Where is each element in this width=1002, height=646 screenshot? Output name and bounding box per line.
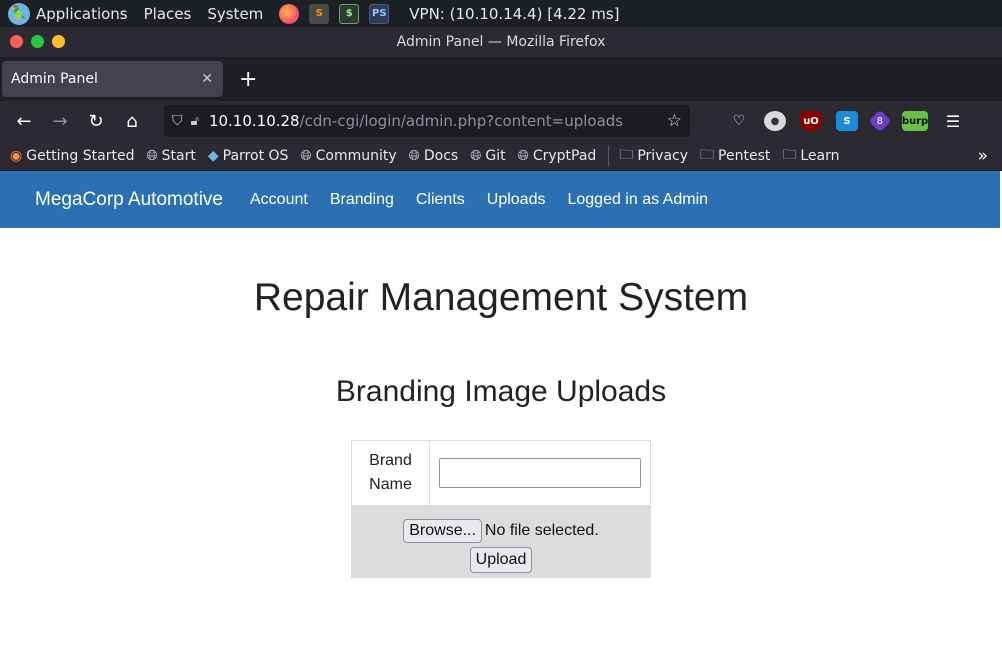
home-button[interactable]: ⌂ bbox=[120, 109, 144, 133]
bookmark-label: CryptPad bbox=[532, 147, 597, 164]
bookmark-parrot-os[interactable]: ◆ Parrot OS bbox=[208, 148, 289, 164]
parrot-icon: ◆ bbox=[207, 147, 219, 164]
ublock-origin-icon[interactable]: uO bbox=[800, 111, 822, 131]
nav-branding[interactable]: Branding bbox=[330, 191, 394, 209]
bookmarks-toolbar: ◉ Getting Started 🌐︎ Start ◆ Parrot OS 🌐︎ Co… bbox=[0, 141, 1002, 171]
bookmark-community[interactable]: 🌐︎ Community bbox=[300, 148, 396, 164]
tab-label: Admin Panel bbox=[11, 71, 98, 87]
bookmark-label: Pentest bbox=[718, 147, 771, 164]
nav-clients[interactable]: Clients bbox=[416, 191, 465, 209]
powershell-icon[interactable]: PS bbox=[369, 3, 390, 24]
url-host: 10.10.10.28 bbox=[208, 112, 300, 130]
back-button[interactable]: ← bbox=[12, 109, 36, 133]
applications-label: Applications bbox=[36, 4, 128, 23]
page-title: Repair Management System bbox=[253, 276, 749, 319]
bookmark-star-icon[interactable]: ☆ bbox=[667, 111, 682, 131]
places-menu[interactable]: Places bbox=[144, 5, 192, 23]
globe-icon: 🌐︎ bbox=[146, 147, 158, 164]
file-status-text: No file selected. bbox=[484, 522, 599, 539]
forward-button[interactable]: → bbox=[48, 109, 72, 133]
page-content: Repair Management System Branding Image … bbox=[0, 276, 1002, 578]
wappalyzer-badge: 8 bbox=[876, 115, 884, 127]
bookmark-label: Getting Started bbox=[26, 147, 135, 164]
tracking-shield-icon[interactable]: ⛉ bbox=[172, 113, 183, 129]
file-upload-row: Browse... No file selected. Upload bbox=[351, 505, 651, 578]
bookmark-docs[interactable]: 🌐︎ Docs bbox=[409, 148, 459, 164]
brand-name-input[interactable] bbox=[439, 458, 641, 488]
bookmark-label: Learn bbox=[800, 147, 840, 164]
site-brand[interactable]: MegaCorp Automotive bbox=[35, 189, 223, 211]
wappalyzer-icon[interactable]: 8 bbox=[868, 109, 892, 133]
terminal-icon[interactable]: $ bbox=[339, 3, 360, 24]
sublime-icon[interactable]: S bbox=[309, 3, 330, 24]
globe-icon: 🌐︎ bbox=[470, 147, 482, 164]
firefox-icon: ◉ bbox=[10, 147, 23, 164]
bookmark-label: Parrot OS bbox=[222, 147, 289, 164]
brand-name-label: Brand Name bbox=[351, 440, 430, 506]
applications-menu[interactable]: 🦜 Applications bbox=[8, 2, 128, 25]
bookmark-git[interactable]: 🌐︎ Git bbox=[470, 148, 505, 164]
brand-name-cell bbox=[429, 440, 651, 506]
minimize-window-button[interactable] bbox=[52, 35, 65, 48]
globe-icon: 🌐︎ bbox=[517, 147, 529, 164]
system-menu[interactable]: System bbox=[207, 5, 263, 23]
bookmark-folder-privacy[interactable]: 🗀 Privacy bbox=[619, 144, 688, 168]
s-extension-icon[interactable]: S bbox=[836, 111, 858, 131]
nav-logged-in[interactable]: Logged in as Admin bbox=[567, 191, 708, 209]
pocket-icon[interactable]: ♡ bbox=[728, 111, 750, 131]
upload-button[interactable]: Upload bbox=[469, 547, 533, 573]
system-panel: 🦜 Applications Places System S $ PS VPN:… bbox=[0, 0, 1002, 27]
vpn-status: VPN: (10.10.14.4) [4.22 ms] bbox=[409, 4, 620, 23]
new-tab-button[interactable]: + bbox=[239, 67, 257, 92]
places-label: Places bbox=[143, 4, 192, 23]
folder-icon: 🗀 bbox=[782, 146, 797, 163]
window-titlebar: Admin Panel — Mozilla Firefox bbox=[0, 27, 1002, 57]
bookmark-separator bbox=[608, 145, 610, 166]
firefox-icon[interactable] bbox=[279, 3, 300, 24]
bookmark-label: Community bbox=[315, 147, 397, 164]
url-bar[interactable]: ⛉ 🔓︎ 10.10.10.28/cdn-cgi/login/admin.php… bbox=[164, 105, 690, 137]
bookmark-label: Privacy bbox=[637, 147, 689, 164]
parrot-logo-icon: 🦜 bbox=[8, 2, 30, 25]
cookie-editor-icon[interactable]: ● bbox=[764, 111, 786, 131]
upload-form: Brand Name Browse... No file selected. Up… bbox=[351, 440, 651, 578]
reload-button[interactable]: ↻ bbox=[84, 109, 108, 133]
tab-admin-panel[interactable]: Admin Panel ✕ bbox=[2, 61, 223, 97]
insecure-lock-icon[interactable]: 🔓︎ bbox=[191, 114, 199, 129]
bookmark-label: Docs bbox=[423, 147, 459, 164]
section-title: Branding Image Uploads bbox=[335, 375, 667, 408]
extensions-area: ♡ ● uO S 8 burp ☰ bbox=[728, 109, 978, 133]
site-navbar: MegaCorp Automotive Account Branding Cli… bbox=[0, 171, 1000, 228]
brand-label-line2: Name bbox=[369, 476, 412, 493]
window-title: Admin Panel — Mozilla Firefox bbox=[396, 34, 606, 50]
close-tab-icon[interactable]: ✕ bbox=[201, 71, 213, 87]
nav-uploads[interactable]: Uploads bbox=[487, 191, 546, 209]
bookmark-cryptpad[interactable]: 🌐︎ CryptPad bbox=[518, 148, 597, 164]
bookmark-folder-learn[interactable]: 🗀 Learn bbox=[782, 144, 839, 168]
nav-account[interactable]: Account bbox=[250, 191, 308, 209]
globe-icon: 🌐︎ bbox=[300, 147, 312, 164]
bookmark-folder-pentest[interactable]: 🗀 Pentest bbox=[700, 144, 770, 168]
tab-bar: Admin Panel ✕ + bbox=[0, 57, 1002, 101]
url-path: /cdn-cgi/login/admin.php?content=uploads bbox=[299, 112, 624, 130]
bookmark-start[interactable]: 🌐︎ Start bbox=[146, 148, 195, 164]
hamburger-menu-icon[interactable]: ☰ bbox=[942, 111, 964, 131]
navigation-toolbar: ← → ↻ ⌂ ⛉ 🔓︎ 10.10.10.28/cdn-cgi/login/a… bbox=[0, 101, 1002, 141]
brand-label-line1: Brand bbox=[369, 452, 412, 469]
system-label: System bbox=[207, 4, 264, 23]
browse-button[interactable]: Browse... bbox=[403, 519, 482, 543]
folder-icon: 🗀 bbox=[700, 146, 715, 163]
maximize-window-button[interactable] bbox=[31, 35, 44, 48]
bookmark-label: Start bbox=[161, 147, 196, 164]
bookmark-label: Git bbox=[485, 147, 506, 164]
globe-icon: 🌐︎ bbox=[408, 147, 420, 164]
folder-icon: 🗀 bbox=[619, 146, 634, 163]
chevron-right-icon[interactable]: » bbox=[978, 146, 988, 166]
close-window-button[interactable] bbox=[10, 35, 23, 48]
burp-proxy-icon[interactable]: burp bbox=[902, 111, 928, 131]
window-controls bbox=[10, 35, 73, 48]
bookmark-getting-started[interactable]: ◉ Getting Started bbox=[10, 148, 134, 164]
